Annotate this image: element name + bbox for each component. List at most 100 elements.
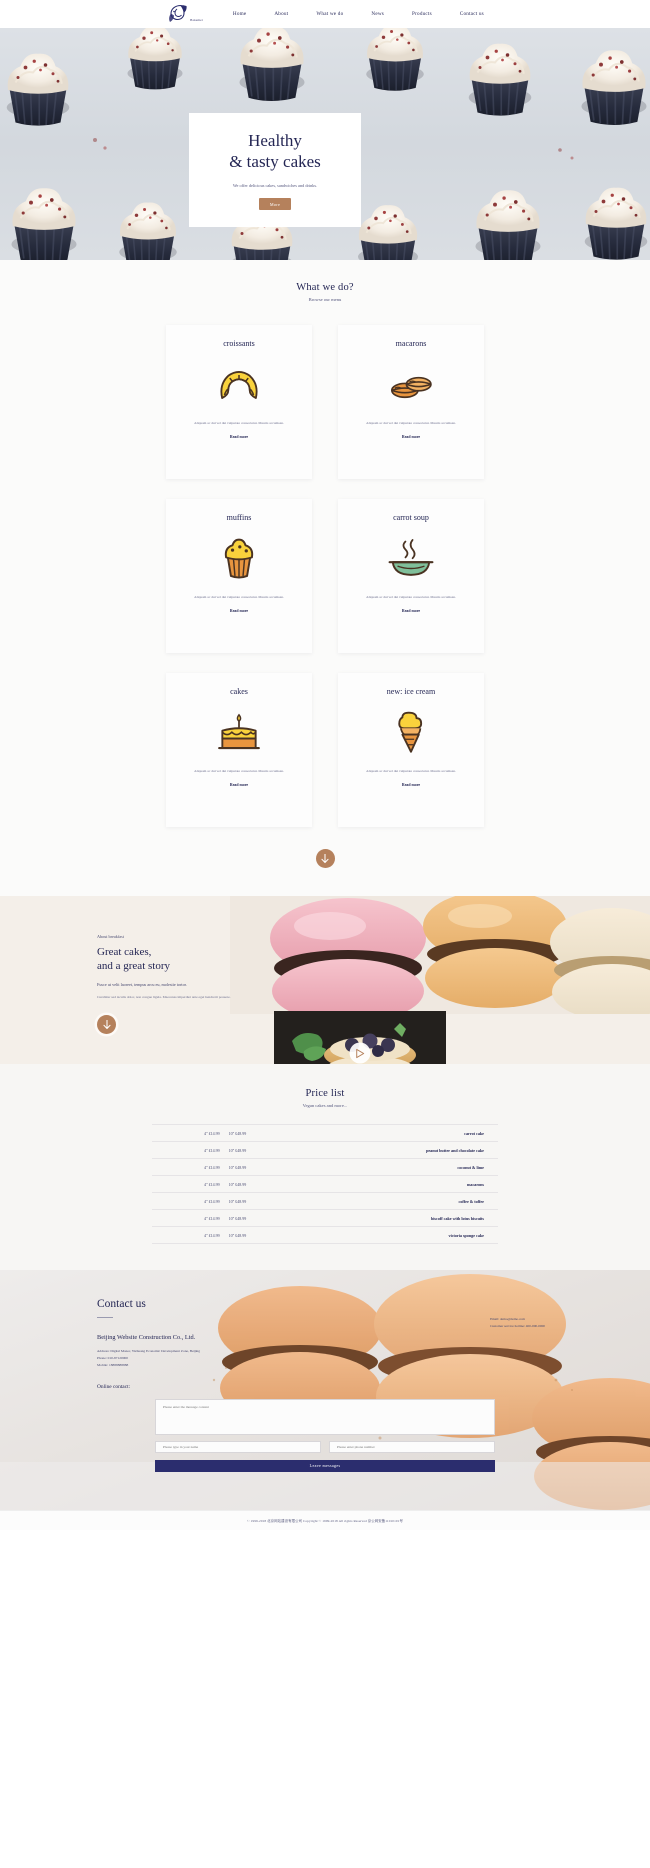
nav-item-products[interactable]: Products: [412, 11, 432, 17]
contact-form: Leave messages: [155, 1398, 495, 1473]
price-list-subtitle: Vegan cakes and more...: [302, 1103, 348, 1108]
card-title: muffins: [226, 513, 252, 522]
price-list-table: 4" £14.99 10" £48.99 carrot cake 4" £14.…: [152, 1124, 498, 1244]
about-heading-line2: and a great story: [97, 960, 170, 973]
message-textarea[interactable]: [155, 1398, 495, 1435]
about-paragraph-1: Fusce ut velit laoreet, tempus arcu eu, …: [97, 982, 187, 988]
menu-card-croissants[interactable]: croissants Aliquam ac dui vel dui vulput…: [166, 325, 312, 479]
price-size-large: 10" £48.99: [228, 1147, 247, 1153]
price-size-small: 4" £14.99: [204, 1130, 220, 1136]
company-phone: Phone: 010-87120000: [97, 1356, 129, 1360]
card-description: Aliquam ac dui vel dui vulputate consect…: [194, 769, 284, 773]
phone-input[interactable]: [329, 1440, 495, 1453]
card-title: croissants: [223, 339, 255, 348]
macaron-icon: [388, 356, 434, 414]
site-header: Bakemei Home About What we do News Produ…: [0, 0, 650, 28]
contact-heading-rule: [97, 1317, 113, 1319]
price-size-large: 10" £48.99: [228, 1232, 247, 1238]
price-list-title: Price list: [305, 1088, 345, 1099]
price-size-small: 4" £14.99: [204, 1147, 220, 1153]
price-item-name: coffee & toffee: [458, 1198, 484, 1204]
about-heading-line1: Great cakes,: [97, 946, 152, 958]
card-read-more-link[interactable]: Read more: [230, 783, 248, 787]
price-item-name: coconut & lime: [457, 1164, 484, 1170]
table-row[interactable]: 4" £14.99 10" £48.99 coffee & toffee: [152, 1193, 498, 1210]
price-item-name: biscoff cake with lotus biscuits: [431, 1215, 484, 1221]
nav-item-news[interactable]: News: [371, 11, 384, 17]
company-mobile: Mobile: 18888888888: [97, 1362, 129, 1367]
card-read-more-link[interactable]: Read more: [230, 435, 248, 439]
card-description: Aliquam ac dui vel dui vulputate consect…: [366, 421, 456, 425]
card-title: new: ice cream: [386, 687, 436, 696]
video-thumbnail[interactable]: [274, 1011, 446, 1064]
nav-item-contact-us[interactable]: Contact us: [460, 11, 484, 17]
price-item-name: victoria sponge cake: [448, 1232, 484, 1238]
bird-leaf-logo-icon: [169, 4, 187, 22]
about-scroll-button[interactable]: [97, 1015, 116, 1035]
company-info: Beijing Website Construction Co., Ltd. A…: [97, 1334, 650, 1368]
online-contact-heading: Online contact:: [97, 1383, 131, 1390]
contact-secondary-info: Email: demo@demo.com Customer service ho…: [490, 1316, 545, 1329]
hero-more-button[interactable]: More: [258, 198, 292, 211]
hero-title-line2: & tasty cakes: [229, 152, 321, 172]
table-row[interactable]: 4" £14.99 10" £48.99 peanut butter and c…: [152, 1142, 498, 1159]
menu-card-cakes[interactable]: cakes Aliquam ac dui vel dui vulputate c…: [166, 673, 312, 827]
about-section: About breakfast Great cakes, and a great…: [0, 896, 650, 1064]
menu-card-carrot-soup[interactable]: carrot soup Aliquam ac dui vel dui vulpu…: [338, 499, 484, 653]
price-size-small: 4" £14.99: [204, 1215, 220, 1221]
table-row[interactable]: 4" £14.99 10" £48.99 victoria sponge cak…: [152, 1227, 498, 1244]
name-input[interactable]: [155, 1440, 321, 1453]
nav-item-about[interactable]: About: [274, 11, 288, 17]
menu-section-subtitle: Browse our menu: [308, 297, 342, 302]
table-row[interactable]: 4" £14.99 10" £48.99 macarons: [152, 1176, 498, 1193]
play-icon: [356, 1048, 365, 1058]
hero-title-line1: Healthy: [248, 130, 302, 150]
card-read-more-link[interactable]: Read more: [402, 609, 420, 613]
card-read-more-link[interactable]: Read more: [402, 435, 420, 439]
menu-card-muffins[interactable]: muffins Aliquam ac dui vel dui vulputate…: [166, 499, 312, 653]
price-size-large: 10" £48.99: [228, 1215, 247, 1221]
hero-subtitle: We offer delicious cakes, sandwiches and…: [232, 183, 318, 189]
play-button[interactable]: [349, 1042, 371, 1064]
site-footer: © 1999-2018 北京网站建设有限公司 Copyright © 1999-…: [0, 1510, 650, 1530]
hero-title: Healthy & tasty cakes: [229, 130, 321, 174]
footer-copyright: © 1999-2018 北京网站建设有限公司 Copyright © 1999-…: [247, 1519, 403, 1523]
menu-card-macarons[interactable]: macarons Aliquam ac dui vel dui vulputat…: [338, 325, 484, 479]
card-title: carrot soup: [393, 513, 429, 522]
price-item-name: peanut butter and chocolate cake: [426, 1147, 484, 1153]
card-title: cakes: [230, 687, 248, 696]
card-title: macarons: [395, 339, 427, 348]
logo-wordmark: Bakemei: [190, 18, 203, 22]
leave-message-button[interactable]: Leave messages: [155, 1459, 495, 1472]
price-item-name: carrot cake: [464, 1130, 484, 1136]
card-description: Aliquam ac dui vel dui vulputate consect…: [366, 595, 456, 599]
price-size-small: 4" £14.99: [204, 1232, 220, 1238]
menu-card-ice-cream[interactable]: new: ice cream Aliquam ac dui vel dui vu…: [338, 673, 484, 827]
contact-section: Contact us Beijing Website Construction …: [0, 1270, 650, 1510]
table-row[interactable]: 4" £14.99 10" £48.99 carrot cake: [152, 1124, 498, 1142]
nav-item-home[interactable]: Home: [233, 11, 246, 17]
birthday-cake-icon: [216, 704, 262, 762]
ice-cream-cone-icon: [393, 704, 429, 762]
about-macaron-photo: [230, 896, 650, 1014]
contact-heading: Contact us: [97, 1298, 146, 1310]
table-row[interactable]: 4" £14.99 10" £48.99 coconut & lime: [152, 1159, 498, 1176]
croissant-icon: [216, 356, 262, 414]
table-row[interactable]: 4" £14.99 10" £48.99 biscoff cake with l…: [152, 1210, 498, 1227]
menu-section-title: What we do?: [296, 282, 354, 293]
about-kicker: About breakfast: [97, 934, 124, 939]
company-hotline: Customer service hotline: 400-000-0000: [490, 1323, 545, 1328]
arrow-down-icon: [102, 1019, 111, 1029]
price-size-small: 4" £14.99: [204, 1198, 220, 1204]
card-read-more-link[interactable]: Read more: [402, 783, 420, 787]
about-heading: Great cakes, and a great story: [97, 945, 272, 973]
nav-item-what-we-do[interactable]: What we do: [316, 11, 343, 17]
price-size-large: 10" £48.99: [228, 1130, 247, 1136]
company-name: Beijing Website Construction Co., Ltd.: [97, 1334, 196, 1342]
price-size-small: 4" £14.99: [204, 1164, 220, 1170]
card-read-more-link[interactable]: Read more: [230, 609, 248, 613]
site-logo[interactable]: Bakemei: [166, 4, 203, 24]
arrow-down-icon: [321, 853, 329, 863]
scroll-down-button[interactable]: [315, 849, 335, 868]
card-description: Aliquam ac dui vel dui vulputate consect…: [366, 769, 456, 773]
